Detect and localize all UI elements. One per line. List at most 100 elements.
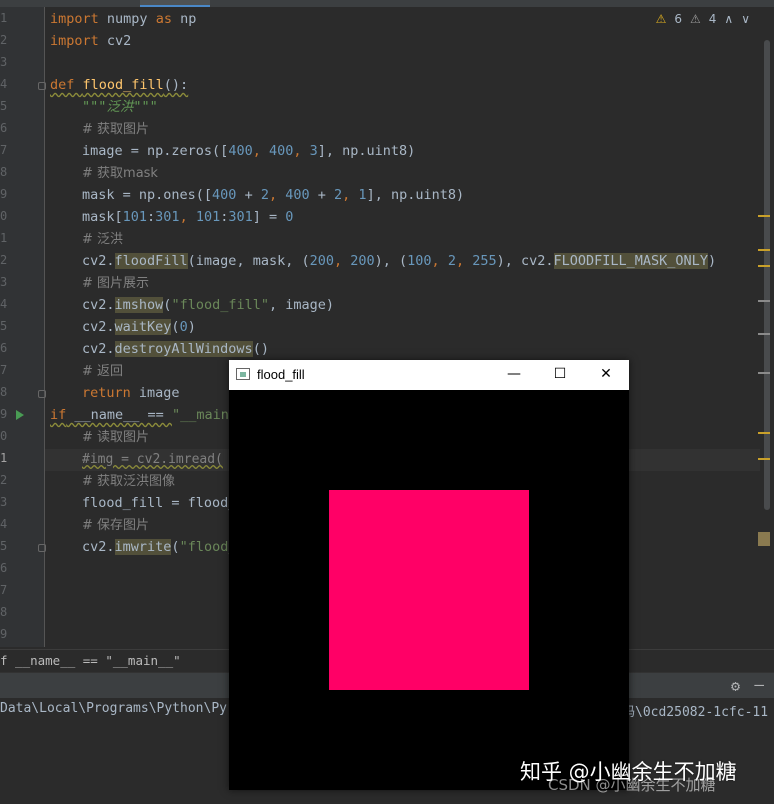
code-line: if __name__ == "__main xyxy=(50,407,229,423)
line-number: 1 xyxy=(0,11,8,25)
code-line: import cv2 xyxy=(50,30,131,52)
error-stripe-marker[interactable] xyxy=(758,333,770,335)
comment: # 获取泛洪图像 xyxy=(82,474,176,489)
code-text: (): xyxy=(163,77,189,93)
line-number: 7 xyxy=(0,363,8,377)
line-number: 3 xyxy=(0,495,8,509)
line-number: 6 xyxy=(0,561,8,575)
gear-icon[interactable]: ⚙ xyxy=(731,677,740,695)
fold-marker-icon[interactable] xyxy=(38,544,46,552)
keyword: return xyxy=(82,385,131,401)
editor-scrollbar[interactable] xyxy=(764,40,770,510)
app-icon xyxy=(236,368,250,380)
code-line: # 泛洪 xyxy=(82,228,123,250)
line-number: 1 xyxy=(0,231,8,245)
console-output-left: Data\Local\Programs\Python\Py xyxy=(0,701,227,716)
code-line: # 获取泛洪图像 xyxy=(82,470,175,492)
error-stripe-marker[interactable] xyxy=(758,215,770,217)
scroll-caret-marker[interactable] xyxy=(758,532,770,546)
comment: # 获取mask xyxy=(82,166,158,181)
error-stripe-marker[interactable] xyxy=(758,372,770,374)
comment: # 保存图片 xyxy=(82,518,150,533)
line-number: 1 xyxy=(0,451,8,465)
line-number: 9 xyxy=(0,187,8,201)
line-number: 9 xyxy=(0,407,8,421)
line-number: 8 xyxy=(0,165,8,179)
previous-highlight-button[interactable]: ∧ xyxy=(724,12,733,26)
error-stripe-marker[interactable] xyxy=(758,265,770,267)
code-line: flood_fill = flood_ xyxy=(82,495,237,511)
line-number: 2 xyxy=(0,33,8,47)
code-text: np xyxy=(171,11,197,27)
minimize-button[interactable]: — xyxy=(491,360,537,390)
warning-icon: ⚠ xyxy=(655,12,667,26)
code-line: # 获取图片 xyxy=(82,118,149,140)
opencv-image-window[interactable]: flood_fill — ☐ ✕ xyxy=(229,360,629,790)
window-title: flood_fill xyxy=(257,367,305,382)
weak-warning-count: 4 xyxy=(708,12,717,26)
code-line: """泛洪""" xyxy=(82,96,158,118)
code-line: def flood_fill(): xyxy=(50,74,188,96)
code-line: cv2.floodFill(image, mask, (200, 200), (… xyxy=(82,253,717,269)
line-number: 5 xyxy=(0,539,8,553)
csdn-watermark: CSDN @小幽余生不加糖 xyxy=(548,776,716,794)
editor-tab-strip[interactable] xyxy=(0,0,774,7)
flood-filled-region xyxy=(329,490,529,690)
code-line: cv2.imshow("flood_fill", image) xyxy=(82,297,335,313)
fold-marker-icon[interactable] xyxy=(38,82,46,90)
run-icon[interactable] xyxy=(15,410,25,420)
weak-warning-icon: ⚠ xyxy=(690,12,701,26)
code-line: #img = cv2.imread( xyxy=(82,448,223,470)
line-number: 0 xyxy=(0,209,8,223)
code-line: mask[101:301, 101:301] = 0 xyxy=(82,209,294,225)
code-line: import numpy as np xyxy=(50,8,196,30)
line-number: 5 xyxy=(0,319,8,333)
code-line: # 获取mask xyxy=(82,162,158,184)
code-line: # 图片展示 xyxy=(82,272,149,294)
line-number: 8 xyxy=(0,385,8,399)
code-line: return image xyxy=(82,385,180,401)
docstring: """泛洪""" xyxy=(82,99,158,115)
maximize-button[interactable]: ☐ xyxy=(537,360,583,390)
error-stripe-marker[interactable] xyxy=(758,432,770,434)
next-highlight-button[interactable]: ∨ xyxy=(741,12,750,26)
line-number: 7 xyxy=(0,143,8,157)
line-number: 0 xyxy=(0,429,8,443)
comment: # 读取图片 xyxy=(82,430,150,445)
line-number: 9 xyxy=(0,627,8,641)
window-titlebar[interactable]: flood_fill — ☐ ✕ xyxy=(229,360,629,390)
warning-count: 6 xyxy=(674,12,682,26)
error-stripe-marker[interactable] xyxy=(758,249,770,251)
comment: # 获取图片 xyxy=(82,122,150,137)
active-editor-tab[interactable] xyxy=(140,0,210,7)
line-number: 6 xyxy=(0,121,8,135)
line-number: 8 xyxy=(0,605,8,619)
code-line: # 返回 xyxy=(82,360,123,382)
line-number-gutter: 1 2 3 4 5 6 7 8 9 0 1 2 3 4 5 6 7 8 9 0 … xyxy=(0,7,69,647)
code-line: image = np.zeros([400, 400, 3], np.uint8… xyxy=(82,143,416,159)
line-number: 4 xyxy=(0,77,8,91)
comment: # 返回 xyxy=(82,364,124,379)
error-stripe-marker[interactable] xyxy=(758,458,770,460)
comment: #img = cv2.imread( xyxy=(82,452,223,467)
line-number: 5 xyxy=(0,99,8,113)
code-line: mask = np.ones([400 + 2, 400 + 2, 1], np… xyxy=(82,187,465,203)
fold-marker-icon[interactable] xyxy=(38,390,46,398)
code-text: cv2 xyxy=(98,33,132,49)
keyword: if xyxy=(50,407,67,423)
keyword: def xyxy=(50,77,83,93)
image-canvas xyxy=(229,390,629,790)
line-number: 4 xyxy=(0,297,8,311)
keyword: import xyxy=(50,11,99,27)
error-stripe-marker[interactable] xyxy=(758,300,770,302)
code-line: # 保存图片 xyxy=(82,514,149,536)
inspection-widget[interactable]: ⚠ 6 ⚠ 4 ∧ ∨ xyxy=(656,12,750,26)
comment: # 泛洪 xyxy=(82,232,124,247)
code-line: cv2.waitKey(0) xyxy=(82,319,196,335)
hide-icon[interactable]: — xyxy=(754,675,764,694)
code-line: cv2.destroyAllWindows() xyxy=(82,341,269,357)
close-button[interactable]: ✕ xyxy=(583,360,629,390)
line-number: 3 xyxy=(0,275,8,289)
line-number: 3 xyxy=(0,55,8,69)
code-line: # 读取图片 xyxy=(82,426,149,448)
